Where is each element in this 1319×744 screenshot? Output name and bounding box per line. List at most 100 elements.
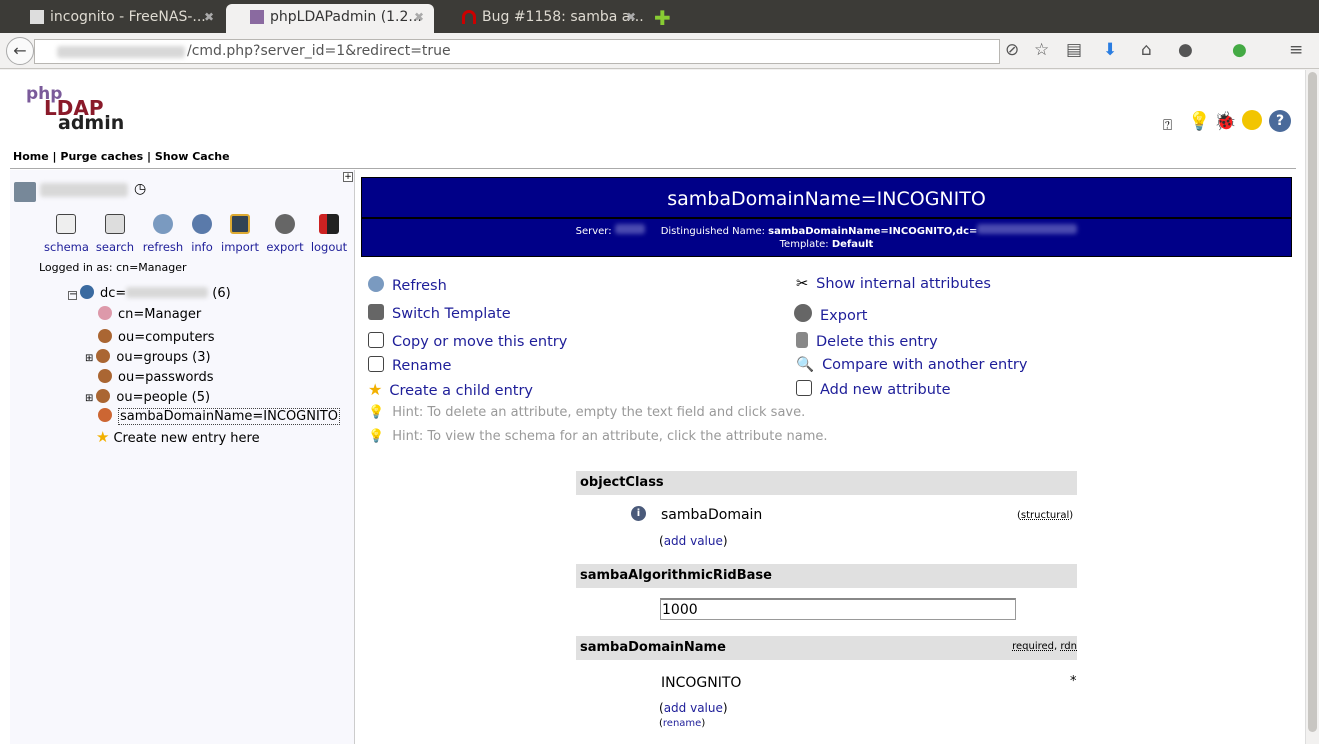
add-value-link[interactable]: add value xyxy=(664,701,723,715)
new-tab-icon[interactable]: ✚ xyxy=(654,6,671,30)
action-label[interactable]: Export xyxy=(820,308,867,324)
clock-icon[interactable]: ◷ xyxy=(134,181,146,197)
tree-item[interactable]: ou=passwords xyxy=(98,369,214,385)
close-icon[interactable]: ✖ xyxy=(204,4,214,30)
expand-icon[interactable]: ⊞ xyxy=(85,393,93,404)
tab-phpldapadmin[interactable]: phpLDAPadmin (1.2... ✖ xyxy=(226,4,434,33)
action-label[interactable]: Show internal attributes xyxy=(816,276,991,292)
tool-schema[interactable]: schema xyxy=(44,214,89,254)
add-value-domainname[interactable]: (add value) xyxy=(659,701,728,715)
tool-label[interactable]: search xyxy=(96,240,134,254)
add-value-link[interactable]: add value xyxy=(664,534,723,548)
tree-item[interactable]: ou=computers xyxy=(98,329,215,345)
action-label[interactable]: Compare with another entry xyxy=(822,357,1027,373)
attribute-header-domainname[interactable]: sambaDomainName required, rdn xyxy=(576,636,1077,660)
action-label[interactable]: Refresh xyxy=(392,278,447,294)
attribute-header-objectclass[interactable]: objectClass xyxy=(576,471,1077,495)
attribute-header-rid[interactable]: sambaAlgorithmicRidBase xyxy=(576,564,1077,588)
tree-item-selected[interactable]: sambaDomainName=INCOGNITO xyxy=(98,408,340,425)
refresh-action[interactable]: Refresh xyxy=(368,276,447,294)
rename-link[interactable]: rename xyxy=(663,718,701,729)
tree-item-label[interactable]: cn=Manager xyxy=(118,307,201,322)
action-label[interactable]: Rename xyxy=(392,358,451,374)
server-name-blurred[interactable] xyxy=(40,183,128,197)
attribute-name[interactable]: sambaAlgorithmicRidBase xyxy=(580,568,772,583)
tool-logout[interactable]: logout xyxy=(310,214,348,254)
tree-item-label[interactable]: ou=groups (3) xyxy=(116,350,210,365)
tree-root-label[interactable]: dc= xyxy=(100,286,126,301)
rename-domainname[interactable]: (rename) xyxy=(659,718,705,729)
bookmark-star-icon[interactable]: ☆ xyxy=(1034,40,1049,60)
export-action[interactable]: Export xyxy=(794,304,867,324)
block-icon[interactable]: ⊘ xyxy=(1005,40,1019,60)
delete-action[interactable]: Delete this entry xyxy=(796,332,938,350)
show-cache-link[interactable]: Show Cache xyxy=(155,150,230,163)
tree-item[interactable]: cn=Manager xyxy=(98,306,201,322)
server-icon xyxy=(14,182,36,202)
tool-label[interactable]: export xyxy=(266,240,303,254)
reading-list-icon[interactable]: ▤ xyxy=(1066,40,1082,60)
tab-freenas[interactable]: incognito - FreeNAS-... ✖ xyxy=(6,4,224,33)
close-icon[interactable]: ✖ xyxy=(414,4,424,30)
close-icon[interactable]: ✖ xyxy=(626,4,636,30)
tool-label[interactable]: refresh xyxy=(143,240,183,254)
action-label[interactable]: Create a child entry xyxy=(389,383,533,399)
action-label[interactable]: Switch Template xyxy=(392,306,511,322)
globe-icon[interactable]: ● xyxy=(1232,40,1247,60)
help-icon[interactable]: ⍰ xyxy=(1163,116,1172,134)
tree-root[interactable]: − dc= (6) xyxy=(68,285,231,301)
action-label[interactable]: Copy or move this entry xyxy=(392,334,567,350)
tool-search[interactable]: search xyxy=(95,214,135,254)
tool-info[interactable]: info xyxy=(190,214,214,254)
switch-template-action[interactable]: Switch Template xyxy=(368,304,511,322)
tree-item[interactable]: ★ Create new entry here xyxy=(96,428,260,446)
hint-bulb-icon[interactable]: 💡 xyxy=(1188,111,1210,132)
tool-refresh[interactable]: refresh xyxy=(141,214,185,254)
attribute-name[interactable]: sambaDomainName xyxy=(580,640,726,655)
create-child-action[interactable]: ★ Create a child entry xyxy=(368,380,533,399)
expand-icon[interactable]: ⊞ xyxy=(85,353,93,364)
info-icon[interactable]: i xyxy=(631,506,646,521)
tool-label[interactable]: schema xyxy=(44,240,89,254)
phpldapadmin-logo[interactable]: php LDAP admin xyxy=(16,84,124,134)
tool-label[interactable]: info xyxy=(191,240,213,254)
rid-base-input[interactable] xyxy=(660,598,1016,620)
home-link[interactable]: Home xyxy=(13,150,49,163)
compare-action[interactable]: 🔍 Compare with another entry xyxy=(796,356,1027,373)
tool-export[interactable]: export xyxy=(265,214,305,254)
purge-caches-link[interactable]: Purge caches xyxy=(60,150,143,163)
action-label[interactable]: Add new attribute xyxy=(820,382,951,398)
copy-move-action[interactable]: Copy or move this entry xyxy=(368,332,567,350)
tree-item-label[interactable]: sambaDomainName=INCOGNITO xyxy=(118,408,340,425)
tool-label[interactable]: logout xyxy=(311,240,347,254)
back-icon[interactable]: ← xyxy=(6,37,34,65)
home-icon[interactable]: ⌂ xyxy=(1141,40,1152,60)
tool-import[interactable]: import xyxy=(220,214,260,254)
attribute-name[interactable]: objectClass xyxy=(580,475,664,490)
tree-item-label[interactable]: ou=passwords xyxy=(118,370,214,385)
menu-icon[interactable]: ≡ xyxy=(1289,40,1303,60)
objectclass-value[interactable]: sambaDomain xyxy=(660,505,1014,525)
expand-icon[interactable]: + xyxy=(343,172,353,182)
add-attribute-action[interactable]: Add new attribute xyxy=(796,380,951,398)
scrollbar-thumb[interactable] xyxy=(1308,72,1317,732)
bug-icon[interactable]: 🐞 xyxy=(1214,111,1236,132)
url-input[interactable]: /cmd.php?server_id=1&redirect=true xyxy=(34,39,1000,64)
download-icon[interactable]: ⬇ xyxy=(1103,40,1117,60)
tree-item-label[interactable]: Create new entry here xyxy=(113,431,259,446)
collapse-icon[interactable]: − xyxy=(68,290,77,300)
documentation-icon[interactable]: ? xyxy=(1269,110,1291,132)
tab-bug[interactable]: Bug #1158: samba a... ✖ xyxy=(438,4,646,33)
add-value-objectclass[interactable]: (add value) xyxy=(659,534,728,548)
rename-action[interactable]: Rename xyxy=(368,356,451,374)
tree-item-label[interactable]: ou=people (5) xyxy=(116,390,210,405)
tool-label[interactable]: import xyxy=(221,240,259,254)
domainname-value[interactable]: INCOGNITO xyxy=(660,673,1014,693)
tree-item-label[interactable]: ou=computers xyxy=(118,330,215,345)
tree-item[interactable]: ⊞ ou=groups (3) xyxy=(85,349,211,365)
adblock-icon[interactable]: ● xyxy=(1178,40,1193,60)
show-internal-action[interactable]: ✂ Show internal attributes xyxy=(796,276,991,292)
tree-item[interactable]: ⊞ ou=people (5) xyxy=(85,389,210,405)
smiley-icon[interactable] xyxy=(1242,110,1262,130)
action-label[interactable]: Delete this entry xyxy=(816,334,938,350)
